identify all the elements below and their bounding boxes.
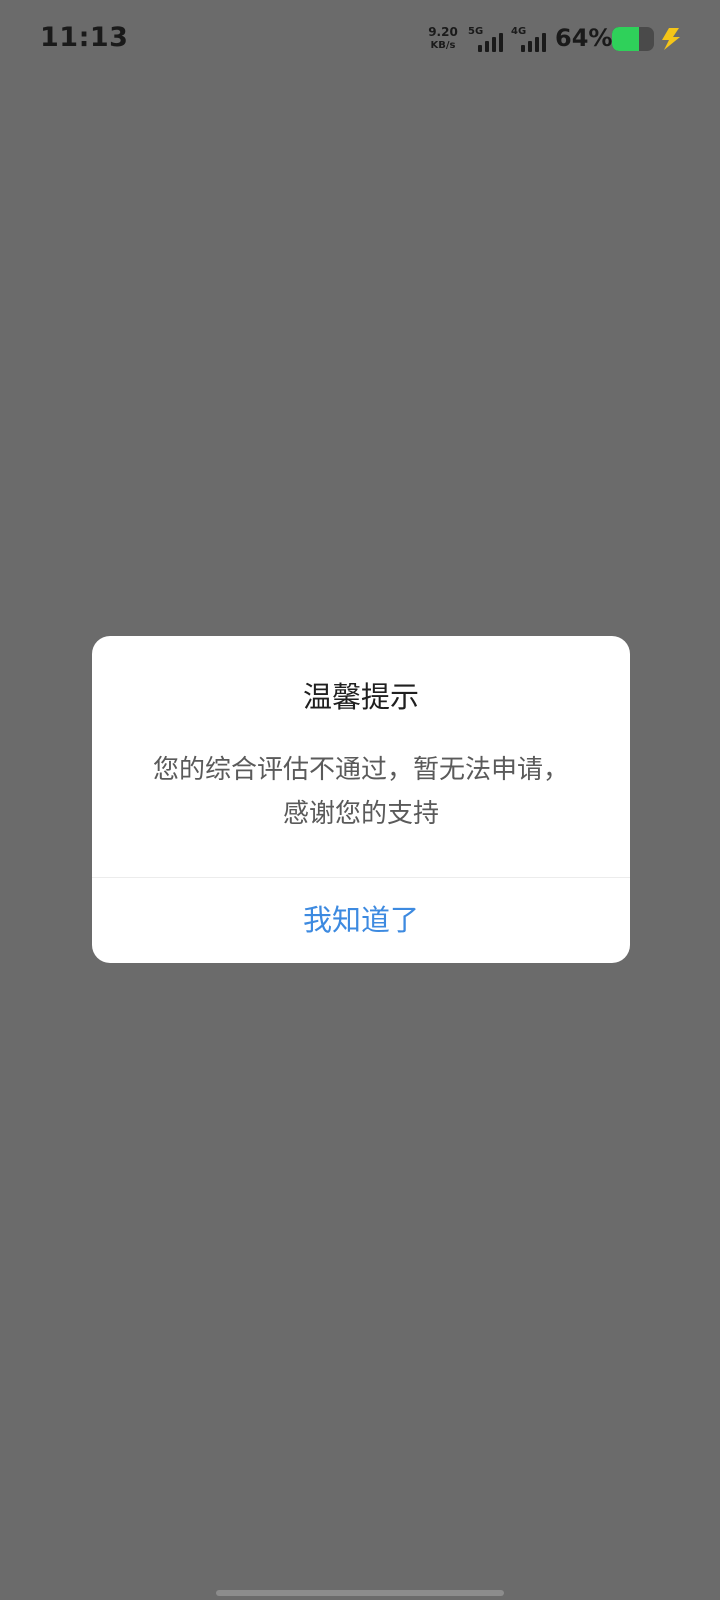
battery-icon — [612, 27, 654, 51]
network-speed-value: 9.20 — [428, 25, 458, 39]
confirm-button[interactable]: 我知道了 — [92, 878, 630, 963]
lightning-bolt-icon — [662, 28, 680, 50]
network-speed-unit: KB/s — [430, 40, 456, 51]
status-time: 11:13 — [40, 22, 129, 53]
alert-dialog: 温馨提示 您的综合评估不通过，暂无法申请，感谢您的支持 我知道了 — [92, 636, 630, 963]
signal-4g-icon: 4G — [511, 26, 551, 54]
battery-level-fill — [612, 27, 639, 51]
network-speed: 9.20 KB/s — [426, 26, 460, 52]
battery-percent: 64% — [555, 24, 613, 52]
signal-5g-icon: 5G — [468, 26, 508, 54]
dialog-message: 您的综合评估不通过，暂无法申请，感谢您的支持 — [152, 755, 569, 829]
home-indicator[interactable] — [216, 1590, 504, 1596]
status-bar: 11:13 9.20 KB/s 5G 4G 64% — [0, 0, 720, 80]
dialog-title: 温馨提示 — [302, 680, 419, 714]
